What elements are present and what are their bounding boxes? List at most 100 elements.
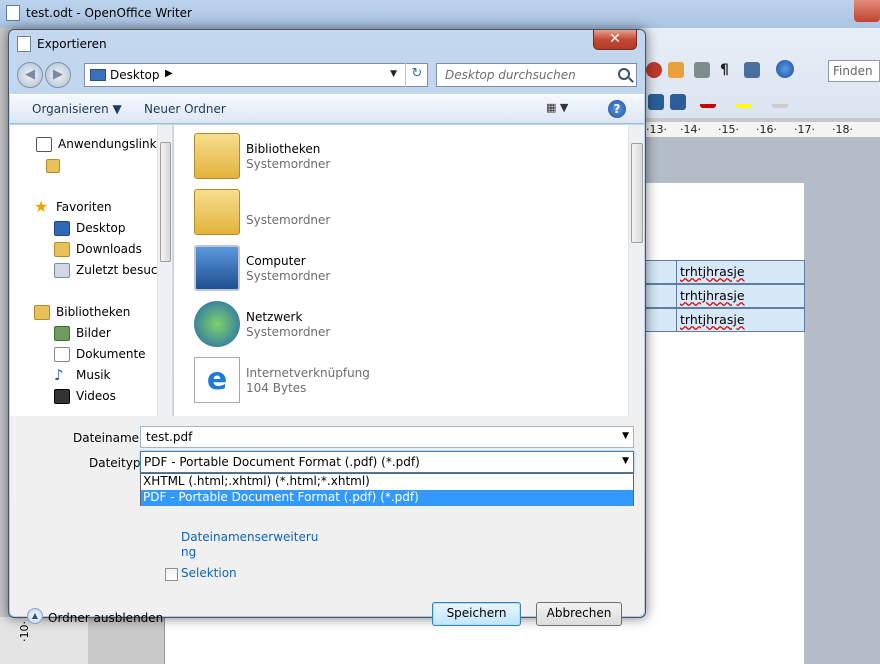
recent-icon: [54, 263, 70, 278]
writer-close-button[interactable]: [854, 0, 880, 22]
table-cell[interactable]: [645, 260, 677, 284]
filetype-select[interactable]: PDF - Portable Document Format (.pdf) (*…: [140, 451, 634, 473]
network-icon: [194, 301, 240, 347]
auto-extension-link[interactable]: Dateinamenserweiteru ng: [181, 530, 318, 560]
writer-app-icon: [6, 5, 20, 21]
image-icon[interactable]: [668, 62, 684, 78]
address-location[interactable]: Desktop: [110, 68, 160, 82]
writer-titlebar: test.odt - OpenOffice Writer: [0, 0, 880, 28]
desktop-icon: [90, 69, 106, 81]
organize-button[interactable]: Organisieren ▼: [32, 102, 122, 116]
videos-icon: [54, 389, 70, 404]
cell-text: trhtjhrasje: [680, 288, 745, 303]
search-placeholder: Desktop durchsuchen: [445, 68, 576, 82]
cell-text: trhtjhrasje: [680, 312, 745, 327]
no-entry-icon[interactable]: [646, 62, 662, 78]
cell-text: trhtjhrasje: [680, 264, 745, 279]
close-button[interactable]: ✕: [593, 30, 637, 50]
writer-help-icon[interactable]: [776, 60, 794, 78]
selection-checkbox[interactable]: [165, 568, 178, 581]
filename-value[interactable]: test.pdf: [146, 430, 192, 444]
shortcut-icon: [36, 137, 52, 152]
ruler-tick: ·18·: [832, 123, 853, 136]
outdent-icon[interactable]: [670, 94, 686, 110]
background-color-icon[interactable]: [772, 92, 788, 108]
pictures-icon: [54, 326, 70, 341]
table-cell[interactable]: [645, 308, 677, 332]
cancel-button[interactable]: Abbrechen: [536, 602, 622, 626]
documents-icon: [54, 347, 70, 362]
forward-button[interactable]: ▶: [45, 62, 71, 88]
user-folder-icon: [194, 189, 240, 235]
list-item[interactable]: Computer Systemordner: [194, 243, 594, 297]
highlight-icon[interactable]: [736, 92, 752, 108]
ruler-tick: ·15·: [718, 123, 739, 136]
filetype-selected-value[interactable]: PDF - Portable Document Format (.pdf) (*…: [144, 455, 420, 469]
selection-label[interactable]: Selektion: [181, 566, 237, 580]
filename-label: Dateiname:: [73, 431, 144, 445]
new-folder-button[interactable]: Neuer Ordner: [144, 102, 226, 116]
file-name: Netzwerk: [246, 310, 303, 324]
star-icon: ★: [34, 197, 49, 216]
chevron-down-icon[interactable]: ▼: [622, 456, 629, 466]
help-icon[interactable]: ?: [608, 100, 626, 118]
font-color-icon[interactable]: [700, 92, 716, 108]
music-icon: ♪: [54, 366, 64, 384]
folder-icon: [46, 159, 60, 173]
downloads-icon: [54, 242, 70, 257]
filetype-dropdown-list: XHTML (.html;.xhtml) (*.html;*.xhtml) PD…: [140, 473, 634, 506]
filename-input[interactable]: test.pdf ▼: [140, 426, 634, 448]
database-icon[interactable]: [694, 62, 710, 78]
list-item[interactable]: e Internetverknüpfung 104 Bytes: [194, 355, 594, 409]
breadcrumb-arrow-icon[interactable]: ▶: [165, 68, 173, 79]
ruler-tick: ·10·: [18, 621, 31, 642]
search-input[interactable]: Desktop durchsuchen: [436, 63, 637, 87]
export-dialog: Exportieren ✕ ◀ ▶ Desktop ▶ ▼ ↻ Desktop …: [8, 29, 646, 626]
filetype-option-pdf[interactable]: PDF - Portable Document Format (.pdf) (*…: [141, 490, 633, 506]
computer-icon: [194, 245, 240, 291]
address-dropdown-icon[interactable]: ▼: [390, 69, 397, 79]
file-type: Systemordner: [246, 325, 331, 339]
file-name: Bibliotheken: [246, 142, 321, 156]
scrollbar-thumb[interactable]: [631, 143, 643, 243]
hide-folders-button[interactable]: Ordner ausblenden: [48, 611, 163, 625]
file-list-scrollbar[interactable]: [628, 125, 644, 416]
file-type: Systemordner: [246, 269, 331, 283]
writer-find-input[interactable]: Finden: [828, 60, 880, 82]
writer-window-title: test.odt - OpenOffice Writer: [26, 6, 192, 20]
refresh-button[interactable]: ↻: [405, 63, 428, 87]
ruler-tick: ·17·: [794, 123, 815, 136]
navigation-pane: Anwendungslinks ★ Favoriten Desktop Down…: [10, 125, 173, 416]
pilcrow-icon[interactable]: ¶: [720, 62, 736, 78]
close-icon: ✕: [609, 31, 621, 47]
ruler-tick: ·13·: [646, 123, 667, 136]
table-cell[interactable]: trhtjhrasje: [676, 308, 805, 332]
file-type: Systemordner: [246, 157, 331, 171]
save-button[interactable]: Speichern: [432, 602, 521, 626]
list-item[interactable]: Bibliotheken Systemordner: [194, 131, 594, 185]
filetype-option-xhtml[interactable]: XHTML (.html;.xhtml) (*.html;*.xhtml): [141, 474, 633, 490]
table-cell[interactable]: trhtjhrasje: [676, 284, 805, 308]
back-button[interactable]: ◀: [17, 62, 43, 88]
libraries-folder-icon: [194, 133, 240, 179]
library-icon: [34, 305, 50, 320]
address-bar[interactable]: Desktop ▶ ▼ ↻: [84, 63, 428, 87]
table-cell[interactable]: trhtjhrasje: [676, 260, 805, 284]
nav-pane-scrollbar[interactable]: [157, 125, 172, 416]
chevron-up-icon[interactable]: ▲: [27, 608, 43, 624]
search-icon[interactable]: [618, 68, 630, 80]
navigator-icon[interactable]: [744, 62, 760, 78]
indent-icon[interactable]: [648, 94, 664, 110]
views-button[interactable]: ▦ ▼: [546, 101, 582, 119]
writer-horizontal-ruler: ·13· ·14· ·15· ·16· ·17· ·18·: [640, 122, 880, 138]
list-item[interactable]: Systemordner: [194, 187, 594, 241]
dialog-form: Dateiname: test.pdf ▼ Dateityp: PDF - Po…: [10, 416, 644, 626]
table-cell[interactable]: [645, 284, 677, 308]
chevron-down-icon[interactable]: ▼: [622, 431, 629, 441]
file-size: 104 Bytes: [246, 381, 307, 395]
file-name: Computer: [246, 254, 306, 268]
ruler-tick: ·16·: [756, 123, 777, 136]
list-item[interactable]: Netzwerk Systemordner: [194, 299, 594, 353]
dialog-title: Exportieren: [37, 37, 107, 51]
scrollbar-thumb[interactable]: [160, 142, 171, 262]
